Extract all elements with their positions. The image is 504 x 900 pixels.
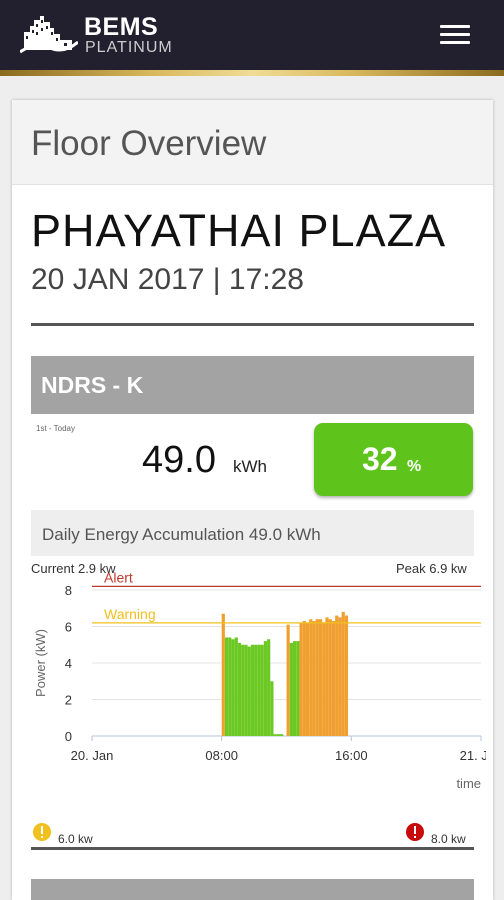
card-header: Floor Overview xyxy=(12,100,493,185)
building-logo-icon xyxy=(20,16,78,54)
chart-bar xyxy=(247,646,251,736)
chart-bar xyxy=(254,644,258,736)
energy-value: 49.0 xyxy=(142,439,216,481)
page-title: Floor Overview xyxy=(31,124,267,163)
y-tick-label: 4 xyxy=(65,656,72,671)
hamburger-menu-icon[interactable] xyxy=(434,20,474,50)
chart-bar xyxy=(338,617,342,736)
chart-bar xyxy=(305,622,310,736)
chart-bar xyxy=(312,621,316,736)
chart-bar xyxy=(335,615,339,736)
y-tick-label: 6 xyxy=(65,620,72,635)
chart-bar xyxy=(234,637,238,736)
chart-bar xyxy=(267,639,271,736)
chart-bar xyxy=(241,644,245,736)
chart-bar xyxy=(286,624,290,736)
threshold-label: Alert xyxy=(104,570,133,585)
accumulation-panel: Daily Energy Accumulation 49.0 kWh xyxy=(31,510,474,556)
warning-threshold: 6.0 kw xyxy=(58,832,93,846)
date-time: 20 JAN 2017 | 17:28 xyxy=(31,263,304,296)
chart-bar xyxy=(293,641,297,736)
period-label: 1st - Today xyxy=(36,424,75,433)
percent-value: 32 xyxy=(362,441,398,477)
chart-bar xyxy=(289,642,293,736)
chart-bar xyxy=(299,622,303,736)
chart-bar xyxy=(228,637,232,736)
threshold-label: Warning xyxy=(104,606,156,622)
floor-overview-card: Floor Overview PHAYATHAI PLAZA 20 JAN 20… xyxy=(12,100,493,900)
x-axis-title: time xyxy=(456,776,481,791)
chart-bar xyxy=(325,617,329,736)
chart-bar xyxy=(263,641,268,736)
divider xyxy=(31,323,474,326)
chart-bar xyxy=(257,644,261,736)
chart-bar xyxy=(221,613,225,736)
chart-bar xyxy=(276,734,280,736)
chart-bar xyxy=(296,641,300,736)
chart-bar xyxy=(273,734,277,736)
brand-subtitle: PLATINUM xyxy=(85,39,173,56)
alert-icon xyxy=(406,823,424,841)
top-navbar: BEMS PLATINUM xyxy=(0,0,504,70)
chart-bar xyxy=(341,611,345,736)
chart-bar xyxy=(331,621,336,736)
floor-header[interactable]: NDRS - K xyxy=(31,356,474,414)
energy-unit: kWh xyxy=(233,457,267,476)
chart-bar xyxy=(270,681,274,736)
chart-bar xyxy=(260,644,264,736)
chart-bar xyxy=(231,639,235,736)
x-tick-label: 21. Jan xyxy=(460,748,486,763)
warning-icon xyxy=(33,823,51,841)
y-tick-label: 0 xyxy=(65,729,72,744)
accumulation-text: Daily Energy Accumulation 49.0 kWh xyxy=(42,525,321,544)
chart-bar xyxy=(315,619,319,736)
floor-name: NDRS - K xyxy=(41,372,144,398)
alert-threshold: 8.0 kw xyxy=(431,832,466,846)
chart-bar xyxy=(280,734,284,736)
percent-symbol: % xyxy=(407,458,422,475)
brand-name: BEMS xyxy=(84,13,159,41)
x-tick-label: 08:00 xyxy=(205,748,238,763)
chart-bar xyxy=(318,619,323,736)
power-chart: 0 2 4 6 8 20. Jan 08:00 16:00 21. Jan Power (kW) t… xyxy=(33,570,486,791)
divider xyxy=(31,847,474,850)
y-tick-label: 8 xyxy=(65,583,72,598)
chart-bar xyxy=(224,637,229,736)
chart-bar xyxy=(302,621,306,736)
percent-badge[interactable]: 32 % xyxy=(314,423,473,496)
chart-bar xyxy=(237,642,242,736)
x-tick-label: 20. Jan xyxy=(71,748,114,763)
y-axis-title: Power (kW) xyxy=(33,629,48,697)
chart-bar xyxy=(344,615,349,736)
chart-bar xyxy=(328,619,332,736)
chart-bar xyxy=(250,644,255,736)
chart-bar xyxy=(322,622,326,736)
chart-bar xyxy=(309,619,313,736)
y-tick-label: 2 xyxy=(65,693,72,708)
building-name: PHAYATHAI PLAZA xyxy=(31,205,447,256)
x-tick-label: 16:00 xyxy=(335,748,368,763)
next-floor-header[interactable] xyxy=(31,879,474,900)
chart-bar xyxy=(244,644,248,736)
